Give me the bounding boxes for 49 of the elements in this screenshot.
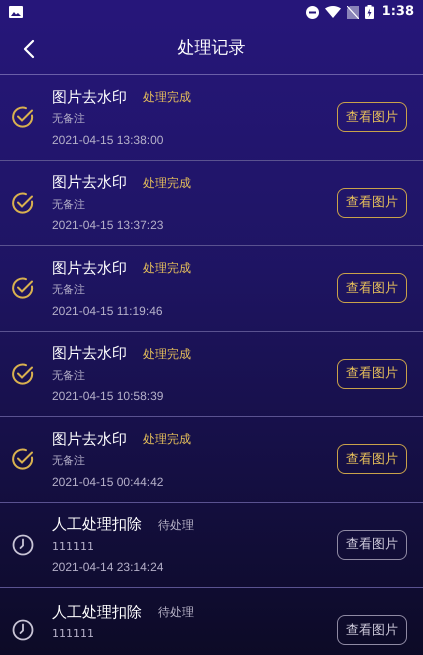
battery-icon [364,5,374,19]
view-image-button[interactable]: 查看图片 [337,273,407,304]
record-title: 图片去水印 [52,428,127,450]
wifi-icon [324,6,341,18]
do-not-disturb-icon [306,6,319,18]
check-circle-icon [11,447,35,472]
record-status: 处理完成 [143,346,191,362]
no-sim-icon [346,6,359,18]
record-title: 人工处理扣除 [52,514,142,536]
record-time: 2021-04-14 23:14:24 [52,559,164,576]
record-status: 处理完成 [143,431,191,448]
record-status: 待处理 [158,604,194,621]
clock-icon [12,619,34,642]
view-image-button[interactable]: 查看图片 [337,188,407,218]
check-circle-icon [11,190,35,215]
record-time: 2021-04-15 13:37:23 [52,217,164,234]
record-note: 无备注 [52,453,86,470]
record-title: 人工处理扣除 [52,602,142,623]
record-title: 图片去水印 [52,258,127,279]
record-status: 待处理 [158,516,194,534]
record-title: 图片去水印 [52,86,127,108]
clock-icon [12,534,34,556]
view-image-button[interactable]: 查看图片 [337,358,407,389]
check-circle-icon [11,362,35,386]
record-note: 无备注 [52,196,86,213]
view-image-button[interactable]: 查看图片 [337,530,407,560]
record-note: 111111 [52,538,95,555]
record-time: 2021-04-15 11:19:46 [52,302,164,320]
view-image-button[interactable]: 查看图片 [337,615,407,646]
record-time: 2021-04-15 13:38:00 [52,132,164,149]
record-status: 处理完成 [143,260,191,277]
view-image-button[interactable]: 查看图片 [337,102,407,132]
record-title: 图片去水印 [52,172,127,194]
record-note: 111111 [52,626,95,642]
check-circle-icon [11,276,35,300]
record-note: 无备注 [52,111,86,128]
record-note: 无备注 [52,368,86,384]
record-time: 2021-04-15 10:58:39 [52,388,164,406]
record-status: 处理完成 [143,174,191,192]
record-note: 无备注 [52,282,86,298]
image-icon [9,6,23,18]
view-image-button[interactable]: 查看图片 [337,444,407,474]
record-status: 处理完成 [143,89,191,106]
page-title: 处理记录 [178,37,246,60]
record-time: 2021-04-15 00:44:42 [52,474,164,491]
check-circle-icon [11,105,35,130]
back-icon [23,39,35,59]
record-title: 图片去水印 [52,343,127,364]
status-time: 1:38 [382,3,414,22]
